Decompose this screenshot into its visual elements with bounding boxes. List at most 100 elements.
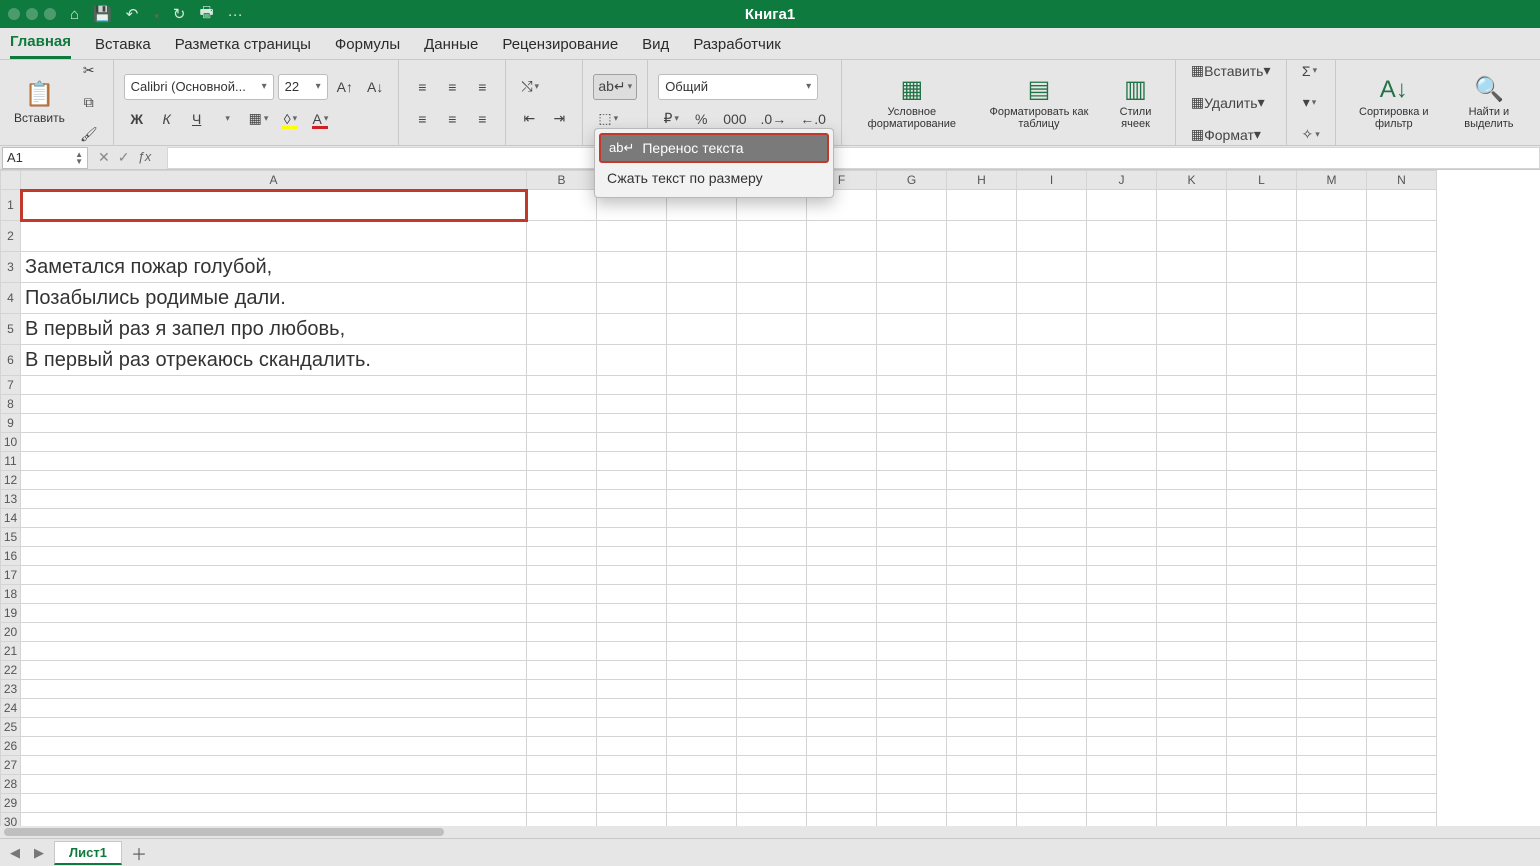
bold-button[interactable]: Ж	[124, 106, 150, 132]
cell[interactable]	[597, 547, 667, 566]
cell[interactable]	[807, 452, 877, 471]
cell[interactable]	[1227, 283, 1297, 314]
cell[interactable]	[1227, 452, 1297, 471]
cell[interactable]	[527, 395, 597, 414]
cell[interactable]	[597, 680, 667, 699]
cell[interactable]	[21, 452, 527, 471]
cell[interactable]	[667, 718, 737, 737]
cell[interactable]	[1017, 642, 1087, 661]
cell[interactable]	[1017, 221, 1087, 252]
cell[interactable]	[947, 314, 1017, 345]
cell[interactable]	[667, 376, 737, 395]
cell[interactable]	[877, 490, 947, 509]
cell[interactable]	[1087, 433, 1157, 452]
cell[interactable]	[947, 345, 1017, 376]
row-header[interactable]: 14	[1, 509, 21, 528]
cell[interactable]	[527, 190, 597, 221]
cell[interactable]	[527, 490, 597, 509]
cell[interactable]	[1087, 376, 1157, 395]
window-controls[interactable]	[8, 8, 56, 20]
cell[interactable]	[1297, 737, 1367, 756]
cell[interactable]	[1297, 471, 1367, 490]
cell[interactable]	[807, 642, 877, 661]
cell[interactable]	[1017, 718, 1087, 737]
underline-button[interactable]: Ч	[184, 106, 210, 132]
cell[interactable]	[597, 283, 667, 314]
cell[interactable]	[667, 737, 737, 756]
cell[interactable]	[1157, 221, 1227, 252]
row-header[interactable]: 7	[1, 376, 21, 395]
cell[interactable]	[1297, 221, 1367, 252]
cell[interactable]: Заметался пожар голубой,	[21, 252, 527, 283]
orientation-button[interactable]: ⤭	[516, 74, 544, 100]
cell[interactable]	[1297, 661, 1367, 680]
cell[interactable]	[1367, 452, 1437, 471]
cell[interactable]	[527, 775, 597, 794]
cell[interactable]	[1227, 794, 1297, 813]
cell[interactable]	[737, 661, 807, 680]
cell[interactable]	[737, 642, 807, 661]
row-header[interactable]: 6	[1, 345, 21, 376]
column-header[interactable]: B	[527, 171, 597, 190]
cell[interactable]	[667, 395, 737, 414]
cell[interactable]	[667, 314, 737, 345]
cell[interactable]	[1227, 604, 1297, 623]
row-header[interactable]: 23	[1, 680, 21, 699]
cell[interactable]	[1227, 585, 1297, 604]
cell[interactable]	[1157, 680, 1227, 699]
cell[interactable]	[877, 190, 947, 221]
cell[interactable]	[21, 623, 527, 642]
tab-page-layout[interactable]: Разметка страницы	[175, 36, 311, 59]
cell[interactable]	[947, 252, 1017, 283]
column-header[interactable]: I	[1017, 171, 1087, 190]
cell[interactable]	[947, 566, 1017, 585]
cell[interactable]	[1367, 283, 1437, 314]
cell[interactable]	[597, 794, 667, 813]
cell[interactable]	[1157, 585, 1227, 604]
cell[interactable]	[527, 433, 597, 452]
cell[interactable]	[1087, 661, 1157, 680]
cell[interactable]	[737, 794, 807, 813]
cell[interactable]	[1157, 661, 1227, 680]
cell[interactable]	[597, 737, 667, 756]
cell[interactable]	[737, 718, 807, 737]
row-header[interactable]: 22	[1, 661, 21, 680]
borders-button[interactable]: ▦	[244, 106, 274, 132]
cell[interactable]	[1227, 775, 1297, 794]
cell[interactable]	[527, 718, 597, 737]
cell[interactable]	[877, 414, 947, 433]
cell[interactable]	[1087, 775, 1157, 794]
undo-dropdown-icon[interactable]	[152, 6, 159, 23]
cell[interactable]	[1227, 718, 1297, 737]
cell[interactable]	[877, 699, 947, 718]
cell[interactable]	[1017, 452, 1087, 471]
cell[interactable]	[527, 680, 597, 699]
cell[interactable]	[1227, 252, 1297, 283]
underline-dropdown[interactable]	[214, 106, 240, 132]
cell[interactable]	[1367, 221, 1437, 252]
cell[interactable]	[1227, 661, 1297, 680]
column-header[interactable]: M	[1297, 171, 1367, 190]
cell[interactable]	[1087, 190, 1157, 221]
cell[interactable]	[877, 661, 947, 680]
cell[interactable]	[1017, 376, 1087, 395]
cell[interactable]	[527, 699, 597, 718]
cell[interactable]	[877, 547, 947, 566]
cell[interactable]	[1087, 756, 1157, 775]
cell[interactable]	[667, 623, 737, 642]
cell[interactable]	[667, 756, 737, 775]
font-color-button[interactable]: А	[307, 106, 333, 132]
cell[interactable]	[1227, 395, 1297, 414]
cell[interactable]	[737, 221, 807, 252]
cell[interactable]	[807, 490, 877, 509]
cell[interactable]	[1367, 345, 1437, 376]
cell[interactable]	[1227, 414, 1297, 433]
cell[interactable]	[1227, 490, 1297, 509]
cell[interactable]	[597, 756, 667, 775]
cell[interactable]	[737, 252, 807, 283]
cell[interactable]	[527, 661, 597, 680]
cell[interactable]	[877, 283, 947, 314]
cell[interactable]	[667, 471, 737, 490]
cell[interactable]	[1157, 395, 1227, 414]
cell[interactable]	[667, 221, 737, 252]
